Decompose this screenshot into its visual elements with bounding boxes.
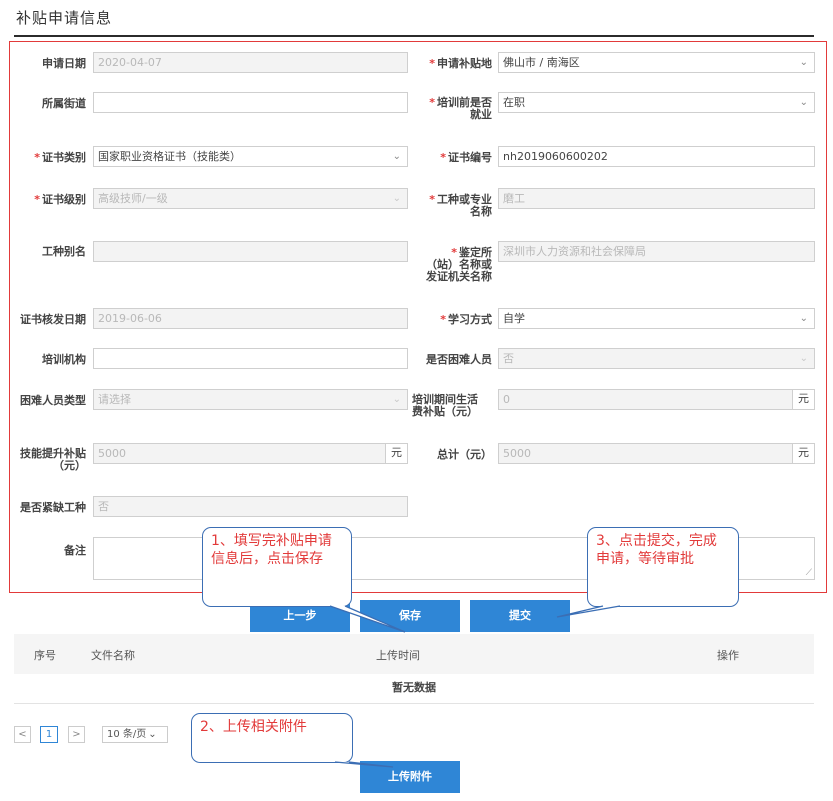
issuer-field: 深圳市人力资源和社会保障局 [498,241,815,262]
chevron-down-icon: ⌄ [392,193,401,204]
skill-subsidy-field: 5000 元 [93,443,408,464]
chevron-down-icon: ⌄ [799,313,808,324]
page-size-select[interactable]: 10 条/页 ⌄ [102,726,168,743]
chevron-down-icon: ⌄ [799,353,808,364]
job-type-label: * 工种或专业 名称 [429,193,492,218]
apply-place-label: * 申请补贴地 [429,57,492,70]
chevron-down-icon: ⌄ [392,394,401,405]
cert-level-label: * 证书级别 [34,193,86,206]
prev-page-button[interactable]: < [14,726,31,743]
total-label: 总计（元） [437,448,492,461]
unit-yuan: 元 [385,444,407,463]
title-divider [14,35,814,37]
issue-date-label: 证书核发日期 [20,313,86,326]
callout-upload-hint: 2、上传相关附件 [191,713,353,763]
page-title: 补贴申请信息 [16,9,113,27]
col-header-actions: 操作 [717,649,739,662]
upload-attachment-button[interactable]: 上传附件 [360,761,460,793]
submit-button[interactable]: 提交 [470,600,570,632]
apply-place-select[interactable]: 佛山市 / 南海区 ⌄ [498,52,815,73]
street-label: 所属街道 [42,97,86,110]
hardship-select: 否 ⌄ [498,348,815,369]
job-type-field: 磨工 [498,188,815,209]
unit-yuan: 元 [792,390,814,409]
cert-type-label: * 证书类别 [34,151,86,164]
living-subsidy-field: 0元 [498,389,815,410]
remark-label: 备注 [64,544,86,557]
chevron-down-icon: ⌄ [148,729,157,740]
chevron-down-icon: ⌄ [799,97,808,108]
street-input[interactable] [93,92,408,113]
apply-date-field: 2020-04-07 [93,52,408,73]
chevron-down-icon: ⌄ [799,57,808,68]
callout-submit-hint: 3、点击提交，完成申请，等待审批 [587,527,739,607]
save-button[interactable]: 保存 [360,600,460,632]
cert-level-select: 高级技师/一级 ⌄ [93,188,408,209]
issue-date-field: 2019-06-06 [93,308,408,329]
attachments-table-header: 序号 文件名称 上传时间 操作 [14,634,814,674]
hardship-type-select: 请选择 ⌄ [93,389,408,410]
job-alias-field [93,241,408,262]
shortage-label: 是否紧缺工种 [20,501,86,514]
training-org-input[interactable] [93,348,408,369]
employed-label: * 培训前是否 就业 [429,96,492,121]
study-mode-select[interactable]: 自学 ⌄ [498,308,815,329]
chevron-down-icon: ⌄ [392,151,401,162]
apply-date-label: 申请日期 [42,57,86,70]
living-subsidy-label: 培训期间生活 费补贴（元） [412,393,478,418]
col-header-index: 序号 [34,649,56,662]
issuer-label: * 鉴定所 （站）名称或 发证机关名称 [426,246,492,283]
hardship-type-label: 困难人员类型 [20,394,86,407]
col-header-upload-time: 上传时间 [376,649,420,662]
page-1-button[interactable]: 1 [40,726,58,743]
shortage-field: 否 [93,496,408,517]
next-page-button[interactable]: > [68,726,85,743]
hardship-label: 是否困难人员 [426,353,492,366]
study-mode-label: * 学习方式 [440,313,492,326]
employed-select[interactable]: 在职 ⌄ [498,92,815,113]
resize-grip-icon[interactable]: ⟋ [806,568,812,578]
unit-yuan: 元 [792,444,814,463]
training-org-label: 培训机构 [42,353,86,366]
empty-data-row: 暂无数据 [14,674,814,704]
skill-subsidy-label: 技能提升补贴 （元） [20,447,86,472]
cert-no-input[interactable]: nh2019060600202 [498,146,815,167]
callout-save-hint: 1、填写完补贴申请信息后，点击保存 [202,527,352,607]
col-header-filename: 文件名称 [91,649,135,662]
cert-no-label: * 证书编号 [440,151,492,164]
total-field: 5000 元 [498,443,815,464]
job-alias-label: 工种别名 [42,245,86,258]
cert-type-select[interactable]: 国家职业资格证书（技能类） ⌄ [93,146,408,167]
